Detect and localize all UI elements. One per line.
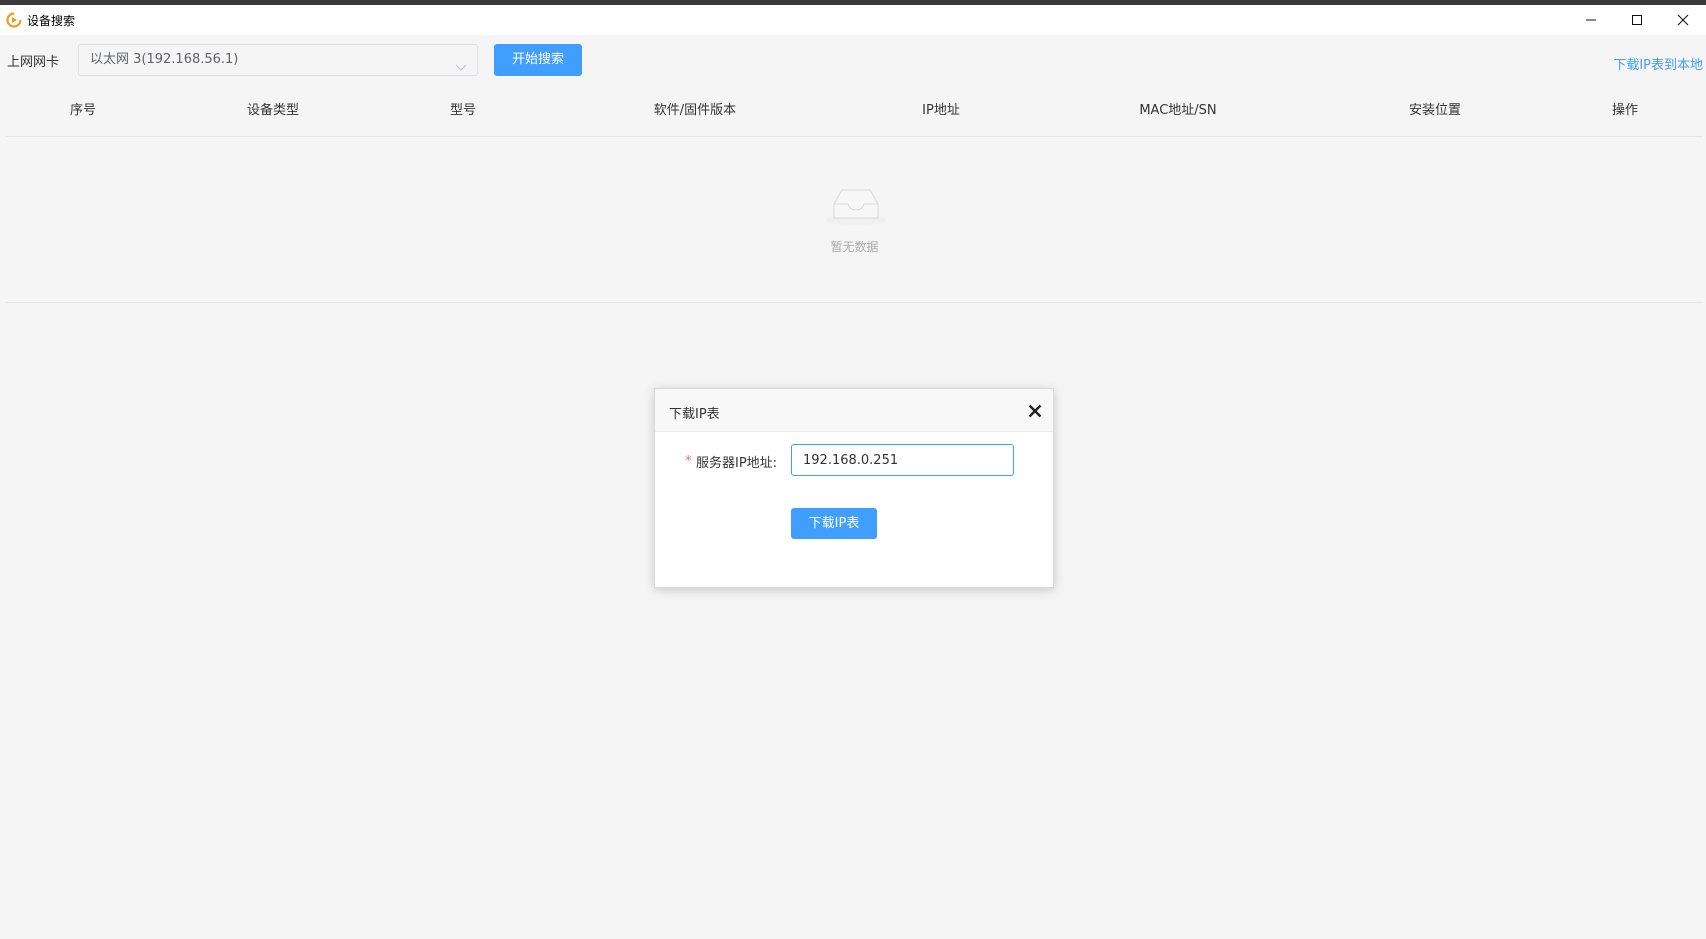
table-header: 序号 设备类型 型号 软件/固件版本 IP地址 MAC地址/SN 安装位置 操作 [6, 85, 1703, 137]
column-header-firmware-version: 软件/固件版本 [653, 103, 737, 118]
nic-select[interactable]: 以太网 3(192.168.56.1) [78, 44, 478, 76]
start-search-button[interactable]: 开始搜索 [494, 44, 582, 76]
column-header-ip-address: IP地址 [922, 103, 960, 118]
close-icon[interactable] [1660, 5, 1706, 35]
download-ip-table-link[interactable]: 下载IP表到本地 [1613, 54, 1703, 73]
download-ip-table-button[interactable]: 下载IP表 [791, 508, 877, 539]
chevron-down-icon [455, 55, 467, 85]
minimize-icon[interactable] [1568, 5, 1614, 35]
dialog-close-icon[interactable] [1027, 403, 1043, 419]
device-table: 序号 设备类型 型号 软件/固件版本 IP地址 MAC地址/SN 安装位置 操作… [6, 85, 1703, 303]
window-controls [1568, 5, 1706, 35]
title-bar: 设备搜索 [0, 5, 1706, 35]
window-title: 设备搜索 [27, 13, 76, 28]
dialog-body: * 服务器IP地址: 下载IP表 [655, 432, 1053, 588]
nic-label: 上网网卡 [7, 55, 60, 70]
table-empty-state: 暂无数据 [6, 137, 1703, 303]
maximize-icon[interactable] [1614, 5, 1660, 35]
toolbar: 上网网卡 以太网 3(192.168.56.1) 开始搜索 下载IP表到本地 [0, 35, 1706, 85]
empty-inbox-icon [824, 182, 888, 230]
dialog-title: 下载IP表 [669, 407, 720, 422]
column-header-model: 型号 [449, 103, 477, 118]
nic-selected-value: 以太网 3(192.168.56.1) [90, 52, 239, 67]
app-logo-icon [6, 12, 22, 28]
server-ip-label: 服务器IP地址: [696, 456, 778, 471]
column-header-index: 序号 [69, 103, 97, 118]
column-header-device-type: 设备类型 [246, 103, 300, 118]
column-header-actions: 操作 [1611, 103, 1639, 118]
server-ip-input[interactable] [791, 444, 1014, 476]
download-ip-dialog: 下载IP表 * 服务器IP地址: 下载IP表 [654, 388, 1054, 588]
column-header-install-location: 安装位置 [1408, 103, 1462, 118]
required-mark: * [685, 454, 692, 469]
column-header-mac-sn: MAC地址/SN [1139, 103, 1217, 118]
empty-text: 暂无数据 [830, 240, 879, 254]
dialog-header: 下载IP表 [655, 389, 1053, 432]
